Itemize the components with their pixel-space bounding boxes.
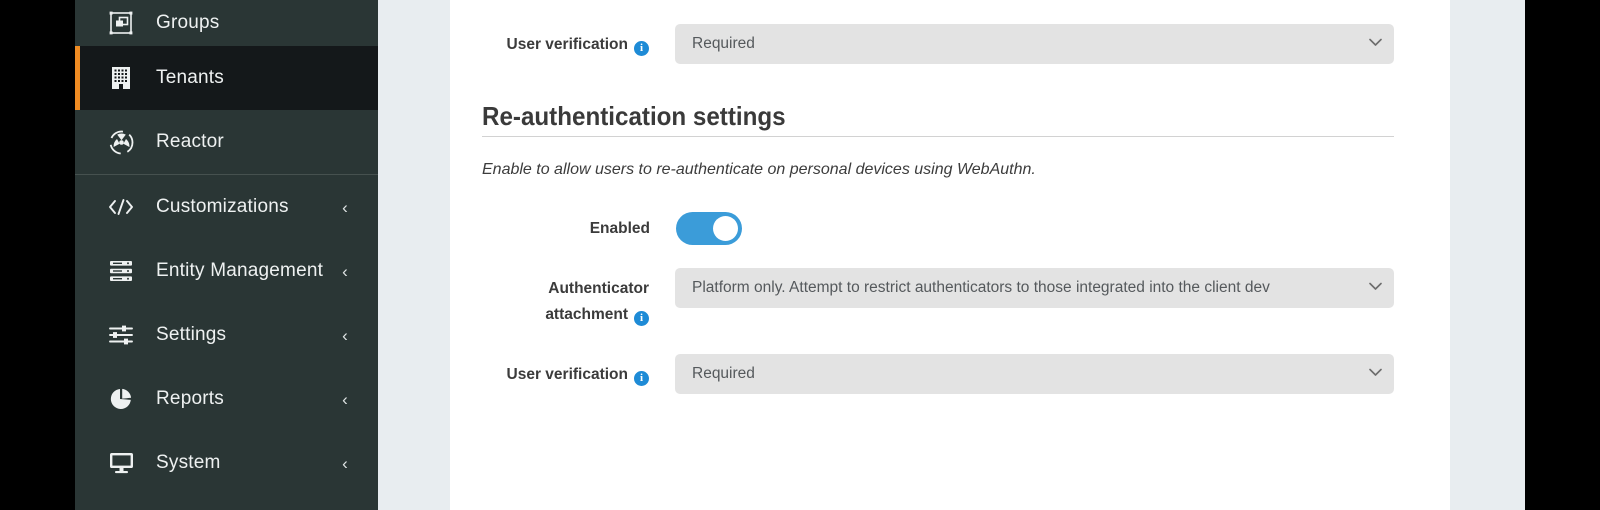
info-icon[interactable]: i <box>634 371 649 386</box>
toggle-knob <box>713 216 738 241</box>
sidebar-item-tenants[interactable]: Tenants <box>75 46 378 110</box>
sidebar-item-label: Tenants <box>156 67 224 88</box>
select-value: Platform only. Attempt to restrict authe… <box>692 279 1270 296</box>
user-verification-select-top[interactable]: Required <box>675 24 1394 64</box>
section-description: Enable to allow users to re-authenticate… <box>482 161 1036 178</box>
info-icon[interactable]: i <box>634 311 649 326</box>
settings-card: User verification i Required Re-authentic… <box>450 0 1450 510</box>
groups-icon <box>108 10 134 36</box>
sidebar-item-reports[interactable]: Reports ‹ <box>75 367 378 431</box>
sidebar-item-label: Entity Management <box>156 260 324 281</box>
sidebar-item-reactor[interactable]: Reactor <box>75 110 378 174</box>
form-row-user-verification-top: User verification i Required <box>482 24 1394 64</box>
user-verification-label: User verification i <box>482 24 649 56</box>
monitor-icon <box>108 450 134 476</box>
code-icon <box>108 194 134 220</box>
chevron-left-icon[interactable]: ‹ <box>342 455 348 472</box>
user-verification-select-bottom[interactable]: Required <box>675 354 1394 394</box>
pie-chart-icon <box>108 386 134 412</box>
sidebar-item-label: Reactor <box>156 131 224 152</box>
user-verification-label: User verification i <box>482 354 649 386</box>
sidebar-item-label: Settings <box>156 324 227 345</box>
screen: Groups Tenants Reactor Customizations ‹ … <box>0 0 1600 510</box>
sidebar-item-settings[interactable]: Settings ‹ <box>75 303 378 367</box>
info-icon[interactable]: i <box>634 41 649 56</box>
authenticator-attachment-label: Authenticator attachment i <box>545 280 649 326</box>
chevron-left-icon[interactable]: ‹ <box>342 263 348 280</box>
chevron-left-icon[interactable]: ‹ <box>342 391 348 408</box>
reactor-icon <box>108 129 134 155</box>
select-value: Required <box>692 365 755 382</box>
sidebar-item-label: System <box>156 452 221 473</box>
page-title: Re-authentication settings <box>482 101 786 131</box>
form-row-user-verification-bottom: User verification i Required <box>482 354 1394 394</box>
chevron-down-icon <box>1369 282 1382 293</box>
enabled-label: Enabled <box>589 219 650 237</box>
sidebar-item-label: Reports <box>156 388 224 409</box>
form-row-authenticator-attachment: Authenticator attachment i Platform only.… <box>482 268 1394 328</box>
chevron-down-icon <box>1369 38 1382 49</box>
chevron-left-icon[interactable]: ‹ <box>342 199 348 216</box>
entity-management-icon <box>108 258 134 284</box>
chevron-left-icon[interactable]: ‹ <box>342 327 348 344</box>
sidebar-item-groups[interactable]: Groups <box>75 0 378 46</box>
enabled-toggle[interactable] <box>676 212 742 245</box>
chevron-down-icon <box>1369 368 1382 379</box>
select-value: Required <box>692 35 755 52</box>
form-row-enabled: Enabled <box>482 212 1394 245</box>
sidebar-item-system[interactable]: System ‹ <box>75 431 378 495</box>
sidebar-item-label: Groups <box>156 12 220 33</box>
authenticator-attachment-select[interactable]: Platform only. Attempt to restrict authe… <box>675 268 1394 308</box>
section-divider <box>482 136 1394 137</box>
sidebar-item-entity-management[interactable]: Entity Management ‹ <box>75 239 378 303</box>
tenants-icon <box>108 65 134 91</box>
sidebar-item-customizations[interactable]: Customizations ‹ <box>75 175 378 239</box>
sliders-icon <box>108 322 134 348</box>
sidebar: Groups Tenants Reactor Customizations ‹ … <box>75 0 378 510</box>
sidebar-item-label: Customizations <box>156 196 289 217</box>
